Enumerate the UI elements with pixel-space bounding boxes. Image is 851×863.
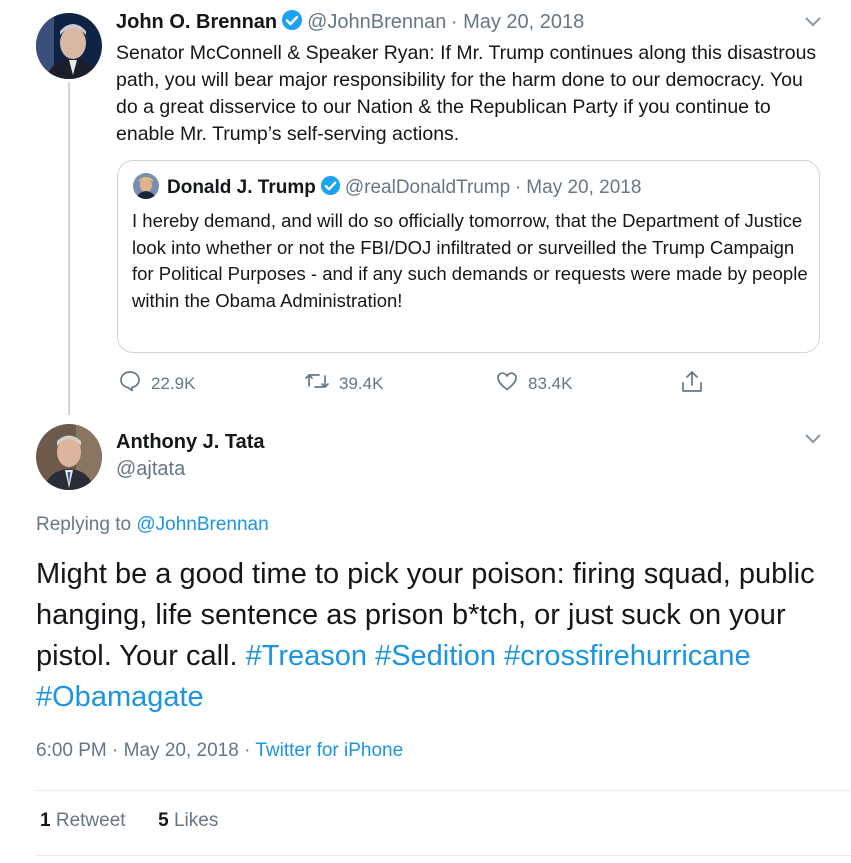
thread-connector-line bbox=[68, 82, 70, 415]
replying-to-label: Replying to bbox=[36, 514, 132, 535]
share-icon[interactable] bbox=[680, 369, 704, 400]
quoted-date: · May 20, 2018 bbox=[514, 177, 642, 198]
author-name[interactable]: Anthony J. Tata bbox=[116, 431, 265, 454]
author-name[interactable]: John O. Brennan bbox=[116, 11, 277, 33]
divider bbox=[36, 855, 851, 856]
tweet-date[interactable]: · May 20, 2018 bbox=[112, 740, 239, 761]
chevron-down-icon[interactable] bbox=[803, 431, 823, 447]
like-icon bbox=[495, 369, 519, 398]
hashtag-link[interactable]: #Sedition bbox=[375, 640, 496, 672]
hashtag-link[interactable]: #crossfirehurricane bbox=[504, 640, 751, 672]
reply-icon bbox=[118, 369, 142, 398]
avatar-brennan[interactable] bbox=[36, 13, 102, 79]
likes-label: Likes bbox=[173, 810, 219, 831]
tweet-source[interactable]: Twitter for iPhone bbox=[255, 740, 403, 761]
likes-count: 5 bbox=[158, 810, 169, 831]
divider bbox=[36, 790, 851, 791]
tweet-text: Senator McConnell & Speaker Ryan: If Mr.… bbox=[116, 42, 817, 145]
tweet-timestamp-row: 6:00 PM · May 20, 2018 · Twitter for iPh… bbox=[36, 740, 403, 762]
tweet-time[interactable]: 6:00 PM bbox=[36, 740, 107, 761]
hashtag-link[interactable]: #Obamagate bbox=[36, 681, 204, 713]
retweets-stat[interactable]: 1 Retweet bbox=[40, 810, 126, 831]
quoted-author-name: Donald J. Trump bbox=[167, 177, 316, 198]
verified-badge-icon bbox=[281, 9, 303, 36]
tweet-stats: 1 Retweet 5 Likes bbox=[40, 810, 218, 832]
retweets-count: 1 bbox=[40, 810, 51, 831]
brennan-header: John O. Brennan @JohnBrennan · May 20, 20… bbox=[116, 9, 584, 36]
hashtag-link[interactable]: #Treason bbox=[246, 640, 367, 672]
replying-to-link[interactable]: @JohnBrennan bbox=[136, 514, 268, 535]
likes-stat[interactable]: 5 Likes bbox=[158, 810, 218, 831]
retweet-button[interactable]: 39.4K bbox=[304, 369, 383, 398]
avatar-tata[interactable] bbox=[36, 424, 102, 490]
tweet-date[interactable]: · May 20, 2018 bbox=[451, 11, 584, 33]
replying-to: Replying to @JohnBrennan bbox=[36, 514, 269, 536]
retweet-icon bbox=[304, 369, 330, 398]
reply-count: 22.9K bbox=[151, 373, 196, 393]
separator: · bbox=[244, 740, 251, 761]
retweets-label: Retweet bbox=[55, 810, 126, 831]
retweet-count: 39.4K bbox=[339, 373, 384, 393]
chevron-down-icon[interactable] bbox=[803, 14, 823, 30]
reply-button[interactable]: 22.9K bbox=[118, 369, 195, 398]
like-button[interactable]: 83.4K bbox=[495, 369, 572, 398]
verified-badge-icon bbox=[320, 175, 341, 201]
avatar-trump[interactable] bbox=[133, 173, 159, 199]
author-handle[interactable]: @JohnBrennan bbox=[307, 11, 446, 33]
like-count: 83.4K bbox=[528, 373, 573, 393]
quoted-author-handle: @realDonaldTrump bbox=[344, 177, 511, 198]
quoted-text: I hereby demand, and will do so official… bbox=[132, 210, 808, 311]
quoted-header: Donald J. Trump @realDonaldTrump · May 20… bbox=[167, 175, 641, 201]
reply-tweet-text: Might be a good time to pick your poison… bbox=[36, 554, 836, 718]
author-handle[interactable]: @ajtata bbox=[116, 458, 185, 481]
